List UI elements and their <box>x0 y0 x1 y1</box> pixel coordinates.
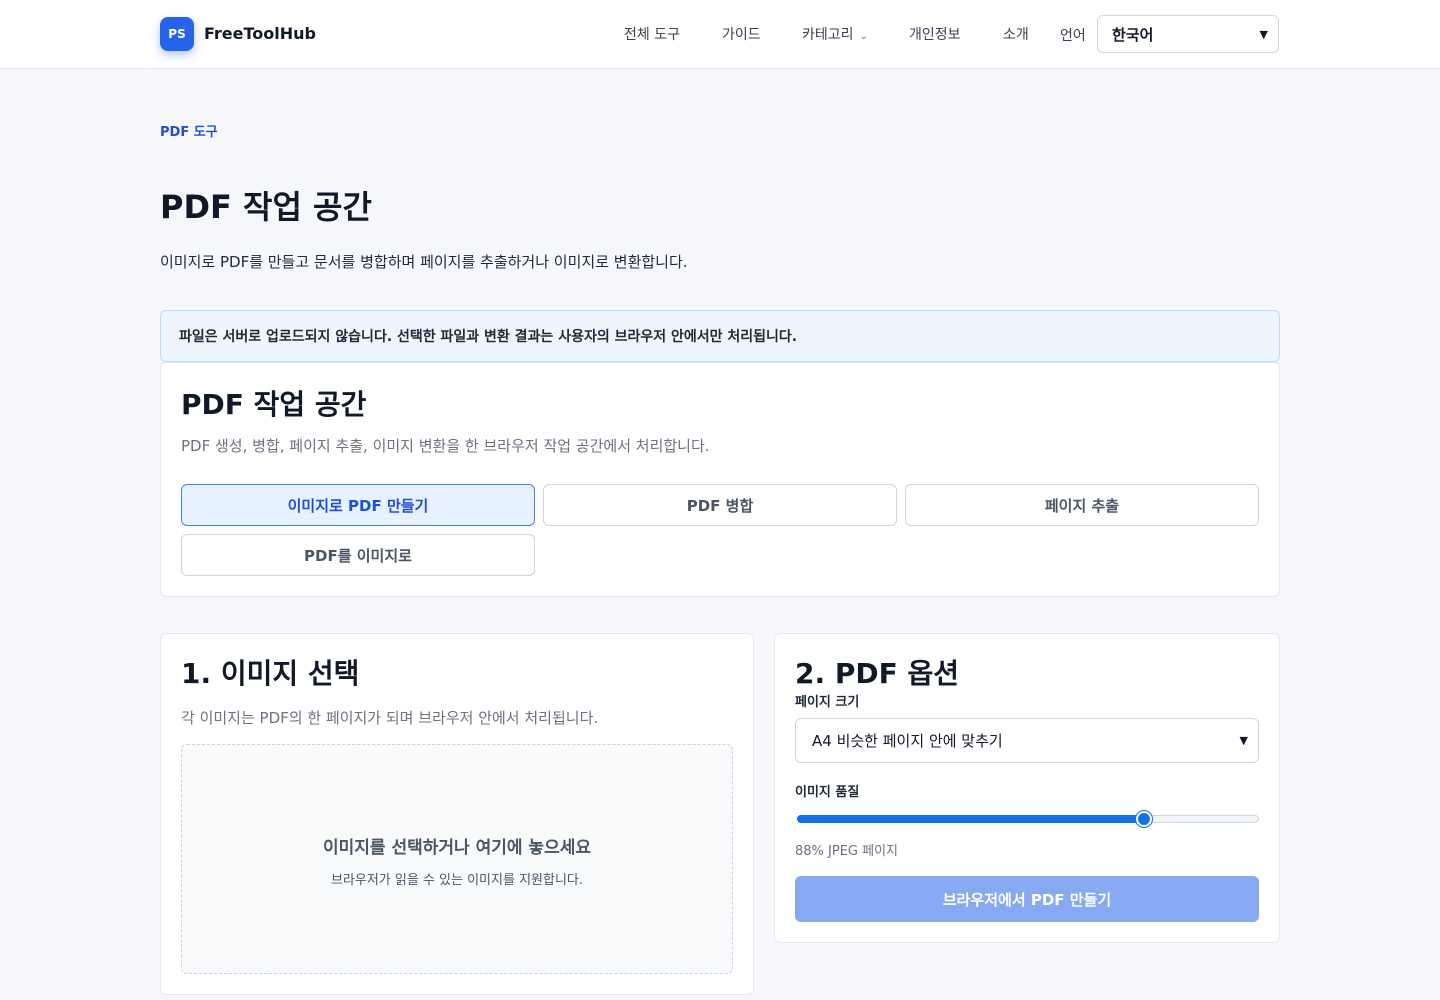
page-title: PDF 작업 공간 <box>160 188 372 226</box>
tab-label: 이미지로 PDF 만들기 <box>287 496 429 515</box>
logo-icon[interactable]: PS <box>160 17 194 51</box>
page-description: 이미지로 PDF를 만들고 문서를 병합하며 페이지를 추출하거나 이미지로 변… <box>160 253 688 271</box>
page-size-label: 페이지 크기 <box>795 695 860 710</box>
tab-label: PDF 병합 <box>686 496 754 515</box>
dropzone-title: 이미지를 선택하거나 여기에 놓으세요 <box>323 838 591 858</box>
nav-about[interactable]: 소개 <box>1003 24 1029 44</box>
slider-fill <box>797 815 1144 823</box>
workspace-title: PDF 작업 공간 <box>181 388 367 421</box>
chevron-down-icon: ▼ <box>1259 27 1268 41</box>
nav-category[interactable]: 카테고리 ⌄ <box>802 24 868 44</box>
image-quality-slider[interactable] <box>797 811 1259 827</box>
tab-extract-pages[interactable]: 페이지 추출 <box>905 484 1259 526</box>
chevron-down-icon: ▼ <box>1239 734 1248 747</box>
slider-thumb[interactable] <box>1135 811 1152 827</box>
language-value: 한국어 <box>1112 25 1154 44</box>
step2-title: 2. PDF 옵션 <box>795 657 960 690</box>
create-pdf-button-label: 브라우저에서 PDF 만들기 <box>942 890 1112 909</box>
page-size-value: A4 비슷한 페이지 안에 맞추기 <box>812 732 1003 750</box>
tab-pdf-to-images[interactable]: PDF를 이미지로 <box>181 534 535 576</box>
workspace-card: PDF 작업 공간 PDF 생성, 병합, 페이지 추출, 이미지 변환을 한 … <box>160 362 1280 597</box>
tab-label: 페이지 추출 <box>1044 496 1120 515</box>
image-select-card: 1. 이미지 선택 각 이미지는 PDF의 한 페이지가 되며 브라우저 안에서… <box>160 633 754 995</box>
workspace-description: PDF 생성, 병합, 페이지 추출, 이미지 변환을 한 브라우저 작업 공간… <box>181 437 710 455</box>
step1-title: 1. 이미지 선택 <box>181 657 360 690</box>
brand-name[interactable]: FreeToolHub <box>204 24 316 43</box>
dropzone-subtitle: 브라우저가 읽을 수 있는 이미지를 지원합니다. <box>330 873 584 888</box>
language-label: 언어 <box>1060 28 1086 44</box>
tab-merge-pdf[interactable]: PDF 병합 <box>543 484 897 526</box>
privacy-notice-text: 파일은 서버로 업로드되지 않습니다. 선택한 파일과 변환 결과는 사용자의 … <box>179 329 798 345</box>
image-quality-label: 이미지 품질 <box>795 785 860 800</box>
breadcrumb[interactable]: PDF 도구 <box>160 121 218 140</box>
tab-label: PDF를 이미지로 <box>304 546 412 565</box>
pdf-options-card: 2. PDF 옵션 페이지 크기 A4 비슷한 페이지 안에 맞추기 ▼ 이미지… <box>774 633 1280 943</box>
chevron-down-icon: ⌄ <box>859 31 868 42</box>
tab-images-to-pdf[interactable]: 이미지로 PDF 만들기 <box>181 484 535 526</box>
language-select[interactable]: 한국어 ▼ <box>1097 15 1279 53</box>
nav-guide[interactable]: 가이드 <box>722 24 761 44</box>
top-header: PS FreeToolHub 전체 도구 가이드 카테고리 ⌄ 개인정보 소개 언… <box>0 0 1440 69</box>
page-size-select[interactable]: A4 비슷한 페이지 안에 맞추기 ▼ <box>795 718 1259 763</box>
image-dropzone[interactable]: 이미지를 선택하거나 여기에 놓으세요 브라우저가 읽을 수 있는 이미지를 지… <box>181 744 733 974</box>
nav-category-label: 카테고리 <box>802 27 854 43</box>
nav-all-tools[interactable]: 전체 도구 <box>624 24 680 44</box>
create-pdf-button[interactable]: 브라우저에서 PDF 만들기 <box>795 876 1259 922</box>
quality-note: 88% JPEG 페이지 <box>795 844 899 859</box>
privacy-notice: 파일은 서버로 업로드되지 않습니다. 선택한 파일과 변환 결과는 사용자의 … <box>160 310 1280 362</box>
step1-description: 각 이미지는 PDF의 한 페이지가 되며 브라우저 안에서 처리됩니다. <box>181 709 599 727</box>
logo-text: PS <box>168 27 186 41</box>
nav-privacy[interactable]: 개인정보 <box>909 24 961 44</box>
